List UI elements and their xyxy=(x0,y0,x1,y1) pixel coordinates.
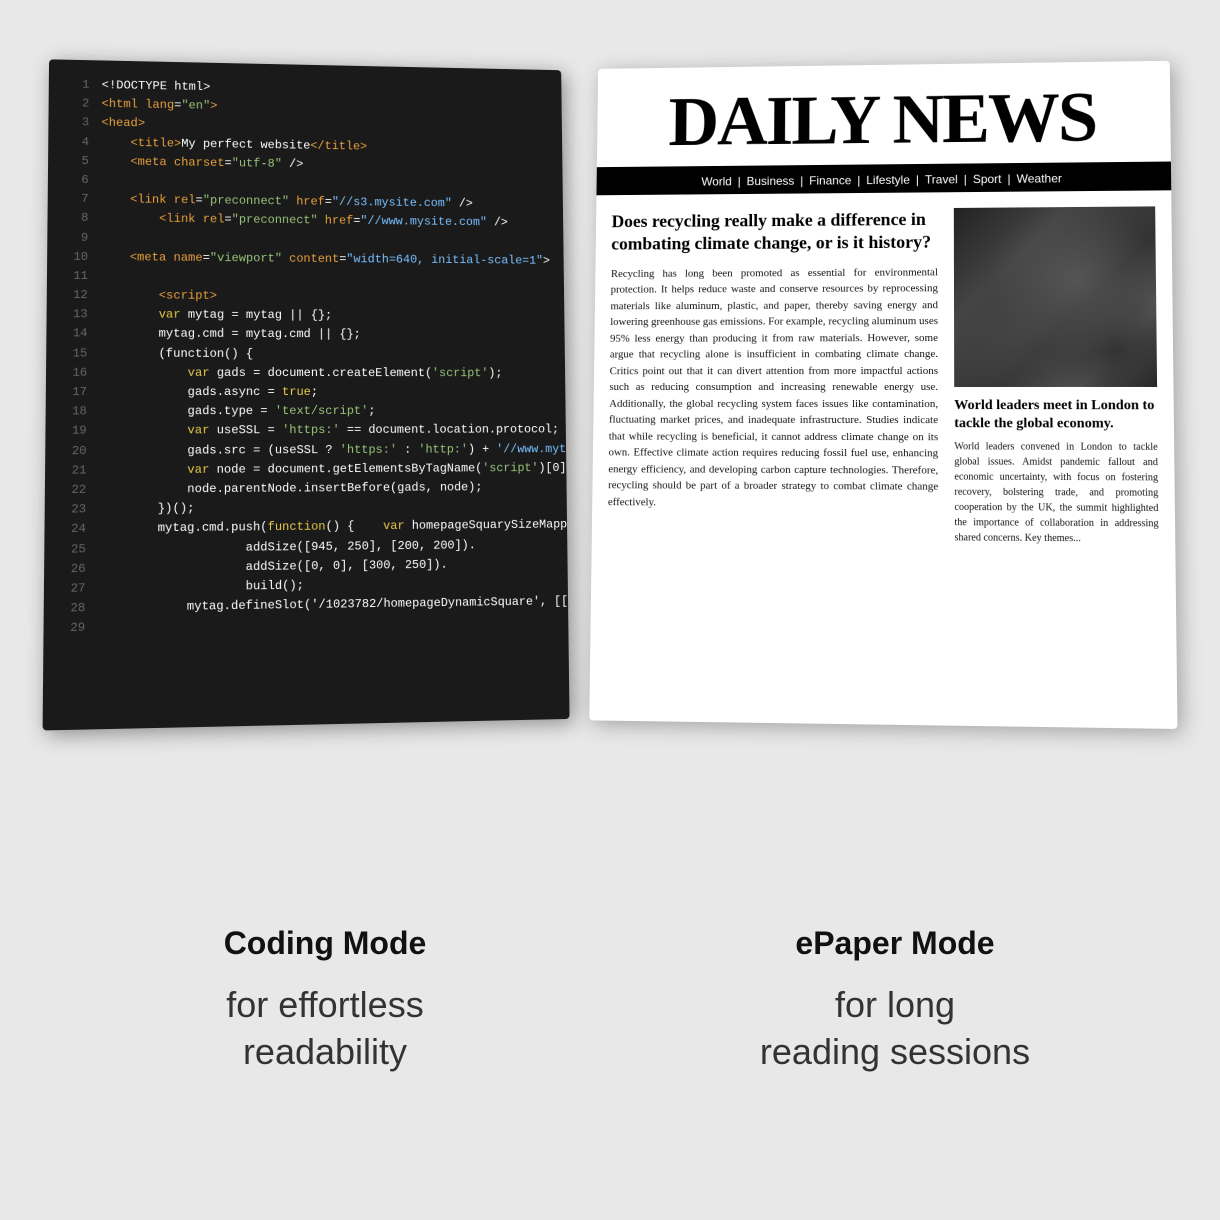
line-num: 7 xyxy=(64,190,89,209)
code-line: 13 var mytag = mytag || {}; xyxy=(63,305,549,326)
line-num: 21 xyxy=(62,461,87,481)
line-num: 20 xyxy=(62,441,87,461)
sidebar-article-body: World leaders convened in London to tack… xyxy=(954,440,1159,548)
line-num: 15 xyxy=(63,344,88,363)
line-num: 1 xyxy=(65,75,90,94)
code-line: 17 gads.async = true; xyxy=(62,383,550,402)
line-num: 27 xyxy=(61,579,86,599)
code-content: <script> xyxy=(100,286,549,308)
line-num: 2 xyxy=(65,94,90,113)
code-content: var mytag = mytag || {}; xyxy=(100,305,549,326)
main-article-title: Does recycling really make a difference … xyxy=(611,208,938,256)
code-content: mytag.cmd = mytag.cmd || {}; xyxy=(100,325,550,346)
code-line: 20 gads.src = (useSSL ? 'https:' : 'http… xyxy=(62,440,551,461)
coding-panel: 1 <!DOCTYPE html> 2 <html lang="en"> 3 <… xyxy=(43,59,570,730)
coding-mode-title: Coding Mode xyxy=(224,925,427,962)
line-num: 3 xyxy=(65,113,90,132)
top-section: 1 <!DOCTYPE html> 2 <html lang="en"> 3 <… xyxy=(0,0,1220,780)
code-content: gads.type = 'text/script'; xyxy=(99,402,550,422)
epaper-mode-title: ePaper Mode xyxy=(795,925,994,962)
code-line: 18 gads.type = 'text/script'; xyxy=(62,402,550,422)
line-num: 9 xyxy=(64,228,89,247)
line-num: 8 xyxy=(64,209,89,228)
line-num: 26 xyxy=(61,559,86,579)
line-num: 18 xyxy=(62,402,87,422)
code-line: 15 (function() { xyxy=(63,344,550,364)
code-line: 16 var gads = document.createElement('sc… xyxy=(62,363,549,383)
newspaper-panel: DAILY NEWS World | Business | Finance | … xyxy=(589,61,1177,729)
nav-business[interactable]: Business xyxy=(747,174,795,188)
line-num: 14 xyxy=(63,325,88,344)
nav-world[interactable]: World xyxy=(701,175,731,189)
code-line: 12 <script> xyxy=(63,286,549,308)
coding-mode-block: Coding Mode for effortlessreadability xyxy=(40,780,610,1220)
code-line: 14 mytag.cmd = mytag.cmd || {}; xyxy=(63,325,549,346)
line-num: 11 xyxy=(63,267,88,286)
code-content: var useSSL = 'https:' == document.locati… xyxy=(99,421,559,441)
nav-sport[interactable]: Sport xyxy=(973,172,1002,186)
line-num: 16 xyxy=(62,363,87,382)
epaper-mode-block: ePaper Mode for longreading sessions xyxy=(610,780,1180,1220)
line-num: 23 xyxy=(61,500,86,520)
code-content: (function() { xyxy=(100,344,550,364)
line-num: 25 xyxy=(61,540,86,560)
code-line: 19 var useSSL = 'https:' == document.loc… xyxy=(62,421,551,442)
line-num: 13 xyxy=(63,305,88,324)
line-num: 19 xyxy=(62,422,87,442)
main-article: Does recycling really make a difference … xyxy=(605,208,938,710)
nav-lifestyle[interactable]: Lifestyle xyxy=(866,173,910,187)
coding-mode-subtitle: for effortlessreadability xyxy=(226,982,423,1076)
line-num: 10 xyxy=(63,247,88,266)
main-article-body: Recycling has long been promoted as esse… xyxy=(608,264,938,512)
nav-weather[interactable]: Weather xyxy=(1017,171,1062,185)
newspaper-header: DAILY NEWS xyxy=(597,61,1171,170)
line-num: 28 xyxy=(60,599,85,619)
code-content: gads.src = (useSSL ? 'https:' : 'http:')… xyxy=(99,439,570,461)
nav-travel[interactable]: Travel xyxy=(925,172,958,186)
newspaper-title: DAILY NEWS xyxy=(616,81,1150,158)
nav-finance[interactable]: Finance xyxy=(809,173,851,187)
sidebar-image-inner xyxy=(954,206,1157,387)
line-num: 4 xyxy=(65,132,90,151)
line-num: 6 xyxy=(64,171,89,190)
sidebar-article-container: World leaders meet in London to tackle t… xyxy=(954,206,1161,713)
sidebar-article: World leaders meet in London to tackle t… xyxy=(954,397,1159,547)
line-num: 12 xyxy=(63,286,88,305)
code-content: var gads = document.createElement('scrip… xyxy=(99,363,549,383)
line-num: 24 xyxy=(61,520,86,540)
sidebar-article-title: World leaders meet in London to tackle t… xyxy=(954,397,1157,434)
line-num: 5 xyxy=(64,152,89,171)
line-num: 29 xyxy=(60,619,85,639)
sidebar-image xyxy=(954,206,1157,387)
epaper-mode-subtitle: for longreading sessions xyxy=(760,982,1030,1076)
bottom-section: Coding Mode for effortlessreadability eP… xyxy=(0,780,1220,1220)
line-num: 17 xyxy=(62,383,87,402)
newspaper-content: Does recycling really make a difference … xyxy=(589,190,1177,729)
line-num: 22 xyxy=(61,481,86,501)
code-content: gads.async = true; xyxy=(99,383,550,402)
